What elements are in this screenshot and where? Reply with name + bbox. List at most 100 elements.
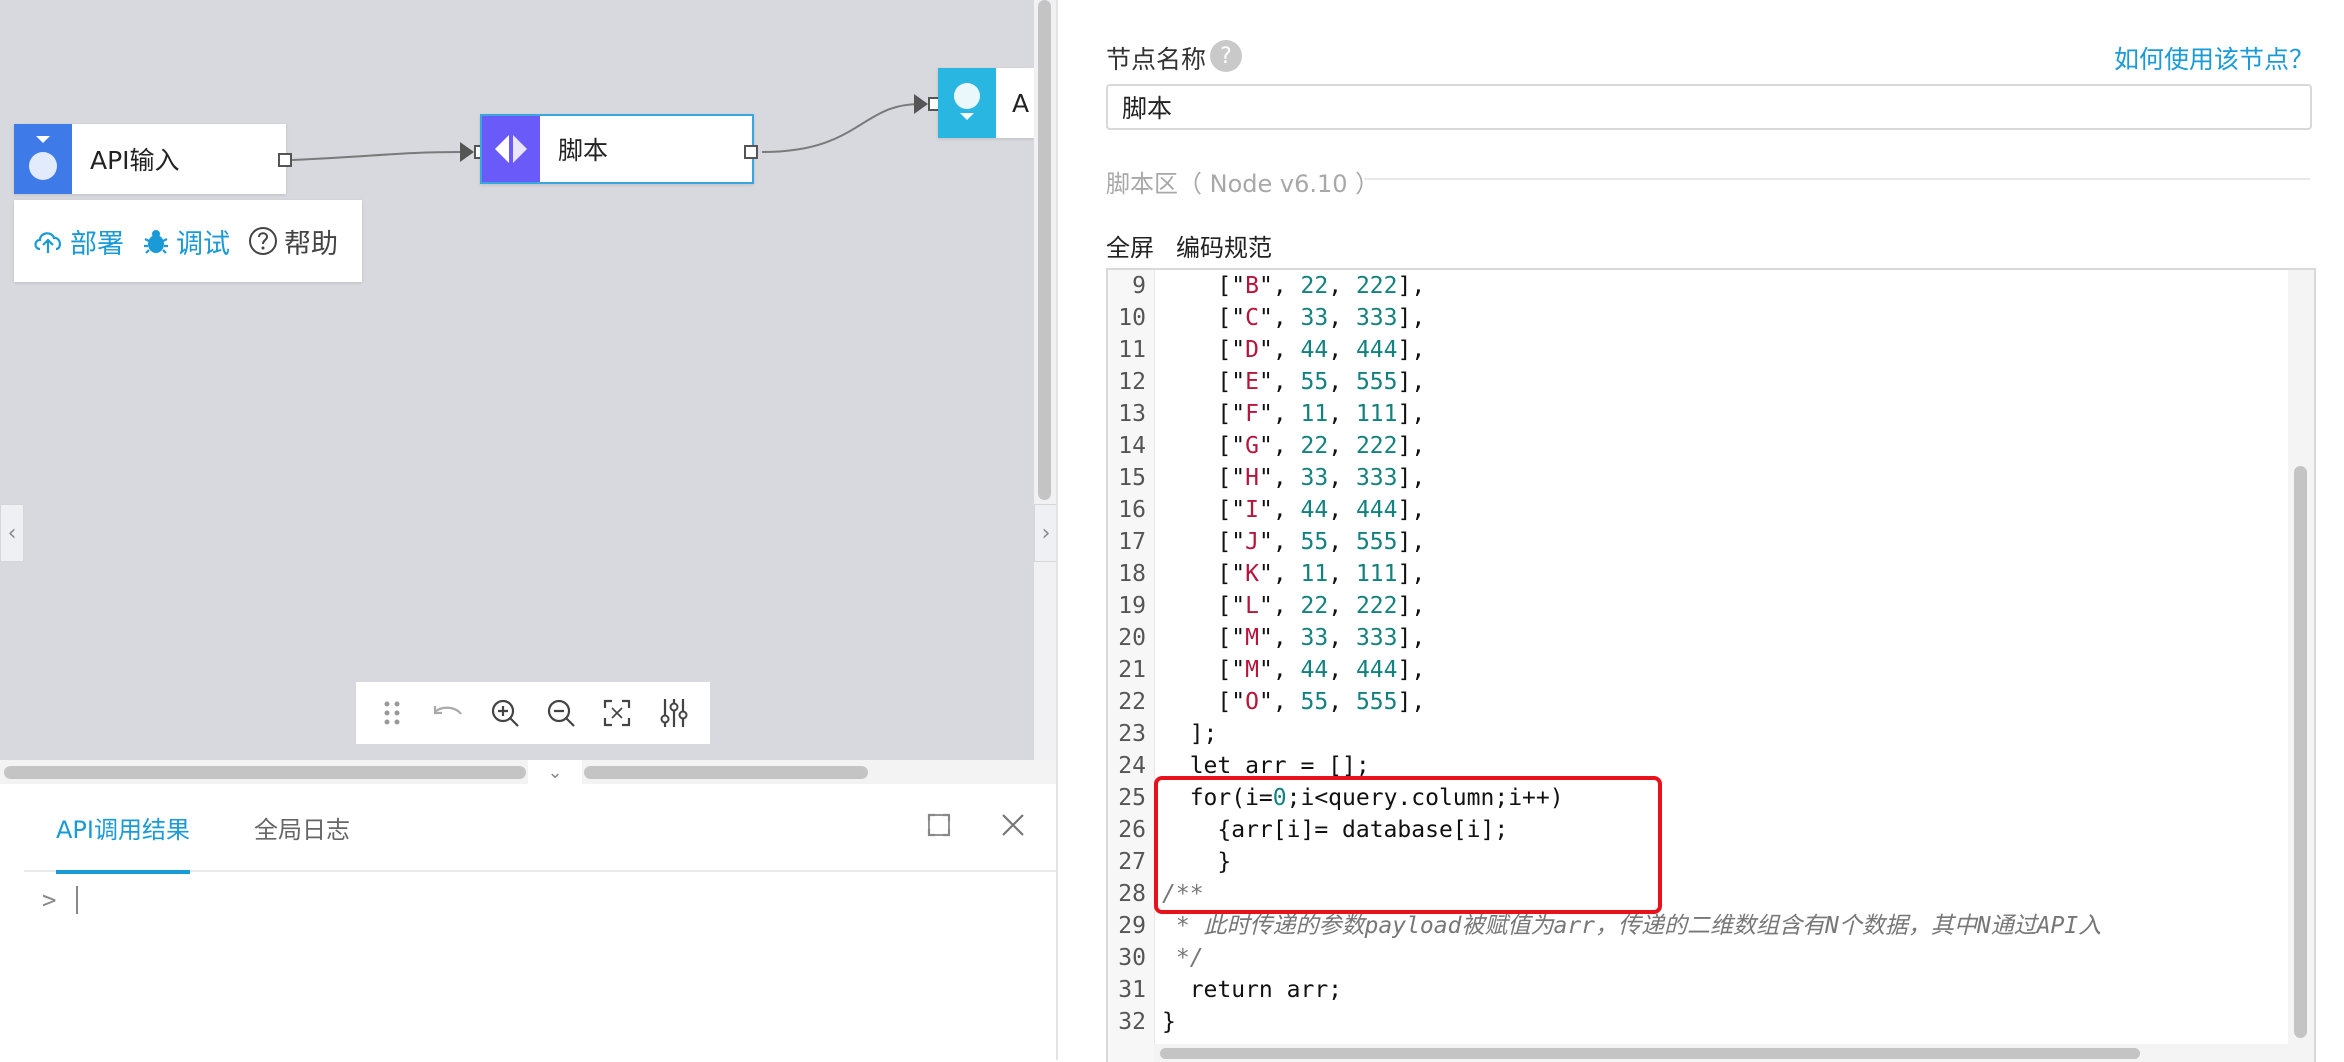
editor-horizontal-scrollbar[interactable] bbox=[1154, 1044, 2288, 1062]
code-text: ["G", 22, 222], bbox=[1162, 433, 1426, 459]
code-line: 29 * 此时传递的参数payload被赋值为arr，传递的二维数组含有N个数据… bbox=[1108, 910, 2288, 942]
node-label: 脚本 bbox=[558, 136, 609, 165]
how-to-use-link[interactable]: 如何使用该节点？ bbox=[2114, 40, 2314, 76]
bottom-tabs: API调用结果 全局日志 bbox=[24, 784, 1056, 874]
code-text: ["B", 22, 222], bbox=[1162, 273, 1426, 299]
node-label: API输入 bbox=[90, 146, 180, 175]
flow-canvas[interactable]: API输入 脚本 A 部署 调试 帮助 ‹ bbox=[0, 0, 1034, 760]
help-button[interactable]: 帮助 bbox=[248, 222, 338, 261]
scrollbar-thumb[interactable] bbox=[1160, 1048, 2140, 1059]
code-text: ["L", 22, 222], bbox=[1162, 593, 1426, 619]
debug-button[interactable]: 调试 bbox=[142, 222, 230, 261]
maximize-icon[interactable] bbox=[926, 812, 952, 842]
connection-script-to-output bbox=[761, 103, 921, 153]
output-port[interactable] bbox=[278, 153, 292, 167]
code-line: 13 ["F", 11, 111], bbox=[1108, 398, 2288, 430]
scrollbar-thumb[interactable] bbox=[2294, 466, 2307, 1038]
code-line: 30 */ bbox=[1108, 942, 2288, 974]
line-number: 27 bbox=[1118, 849, 1146, 875]
highlight-annotation bbox=[1154, 776, 1662, 914]
canvas-vertical-scrollbar[interactable] bbox=[1034, 0, 1056, 760]
input-arrow-icon bbox=[460, 142, 474, 162]
chevron-left-icon: ‹ bbox=[7, 520, 17, 546]
code-text: ["M", 44, 444], bbox=[1162, 657, 1426, 683]
coding-standards-button[interactable]: 编码规范 bbox=[1176, 228, 1272, 263]
code-text: ["K", 11, 111], bbox=[1162, 561, 1426, 587]
line-number: 19 bbox=[1118, 593, 1146, 619]
console-input[interactable] bbox=[76, 886, 78, 914]
fullscreen-button[interactable]: 全屏 bbox=[1106, 228, 1154, 263]
code-line: 11 ["D", 44, 444], bbox=[1108, 334, 2288, 366]
line-number: 24 bbox=[1118, 753, 1146, 779]
fit-screen-icon[interactable] bbox=[597, 693, 637, 733]
zoom-out-icon[interactable] bbox=[541, 693, 581, 733]
code-line: 32} bbox=[1108, 1006, 2288, 1038]
zoom-in-icon[interactable] bbox=[485, 693, 525, 733]
code-text: ["H", 33, 333], bbox=[1162, 465, 1426, 491]
code-text: ]; bbox=[1162, 721, 1218, 747]
deploy-button[interactable]: 部署 bbox=[32, 222, 124, 261]
connection-api-to-script bbox=[291, 151, 463, 161]
node-script[interactable]: 脚本 bbox=[480, 114, 754, 184]
code-line: 10 ["C", 33, 333], bbox=[1108, 302, 2288, 334]
editor-vertical-scrollbar[interactable] bbox=[2288, 270, 2314, 1062]
line-number: 30 bbox=[1118, 945, 1146, 971]
code-line: 15 ["H", 33, 333], bbox=[1108, 462, 2288, 494]
code-line: 16 ["I", 44, 444], bbox=[1108, 494, 2288, 526]
code-actions: 全屏 编码规范 bbox=[1106, 228, 1272, 263]
debug-label: 调试 bbox=[176, 228, 230, 260]
node-action-menu: 部署 调试 帮助 bbox=[14, 200, 362, 282]
scrollbar-thumb[interactable] bbox=[1038, 0, 1051, 500]
line-number: 15 bbox=[1118, 465, 1146, 491]
tab-api-result[interactable]: API调用结果 bbox=[56, 810, 190, 874]
code-line: 19 ["L", 22, 222], bbox=[1108, 590, 2288, 622]
undo-icon[interactable] bbox=[428, 693, 468, 733]
node-api-input[interactable]: API输入 bbox=[14, 124, 286, 194]
collapse-bottom-button[interactable]: ⌄ bbox=[528, 760, 582, 784]
close-icon[interactable] bbox=[1000, 812, 1026, 842]
drag-handle-icon[interactable] bbox=[372, 693, 412, 733]
code-text: ["I", 44, 444], bbox=[1162, 497, 1426, 523]
code-line: 12 ["E", 55, 555], bbox=[1108, 366, 2288, 398]
canvas-horizontal-scrollbar[interactable]: ⌄ bbox=[0, 760, 1056, 784]
line-number: 10 bbox=[1118, 305, 1146, 331]
line-number: 26 bbox=[1118, 817, 1146, 843]
code-text: */ bbox=[1162, 945, 1204, 971]
output-port[interactable] bbox=[744, 145, 758, 159]
chevron-down-icon: ⌄ bbox=[547, 761, 563, 783]
collapse-right-button[interactable]: › bbox=[1034, 504, 1058, 562]
bottom-panel: API调用结果 全局日志 > bbox=[0, 784, 1056, 1060]
zoom-toolbar bbox=[356, 682, 710, 744]
node-output[interactable]: A bbox=[938, 68, 1034, 138]
node-name-label: 节点名称 bbox=[1106, 45, 1207, 74]
node-label: A bbox=[1012, 88, 1030, 118]
code-text: ["O", 55, 555], bbox=[1162, 689, 1426, 715]
line-number: 13 bbox=[1118, 401, 1146, 427]
deploy-label: 部署 bbox=[70, 228, 124, 260]
settings-sliders-icon[interactable] bbox=[654, 693, 694, 733]
line-number: 28 bbox=[1118, 881, 1146, 907]
line-number: 22 bbox=[1118, 689, 1146, 715]
line-number: 18 bbox=[1118, 561, 1146, 587]
chevron-right-icon: › bbox=[1041, 520, 1051, 546]
code-text: ["M", 33, 333], bbox=[1162, 625, 1426, 651]
code-line: 14 ["G", 22, 222], bbox=[1108, 430, 2288, 462]
code-line: 31 return arr; bbox=[1108, 974, 2288, 1006]
code-text: ["C", 33, 333], bbox=[1162, 305, 1426, 331]
code-text: ["D", 44, 444], bbox=[1162, 337, 1426, 363]
scrollbar-thumb[interactable] bbox=[584, 766, 868, 779]
line-number: 23 bbox=[1118, 721, 1146, 747]
code-text: * 此时传递的参数payload被赋值为arr，传递的二维数组含有N个数据，其中… bbox=[1162, 913, 2102, 939]
scrollbar-thumb[interactable] bbox=[4, 766, 526, 779]
code-line: 22 ["O", 55, 555], bbox=[1108, 686, 2288, 718]
node-name-input[interactable] bbox=[1106, 84, 2312, 130]
code-editor[interactable]: 9 ["B", 22, 222], 10 ["C", 33, 333], 11 ["… bbox=[1106, 268, 2316, 1062]
collapse-left-button[interactable]: ‹ bbox=[0, 504, 24, 562]
input-arrow-icon bbox=[914, 94, 928, 114]
code-line: 18 ["K", 11, 111], bbox=[1108, 558, 2288, 590]
tab-global-log[interactable]: 全局日志 bbox=[254, 810, 350, 870]
code-line: 20 ["M", 33, 333], bbox=[1108, 622, 2288, 654]
help-tooltip-icon[interactable]: ? bbox=[1210, 40, 1242, 72]
line-number: 25 bbox=[1118, 785, 1146, 811]
console-prompt: > bbox=[42, 886, 57, 914]
